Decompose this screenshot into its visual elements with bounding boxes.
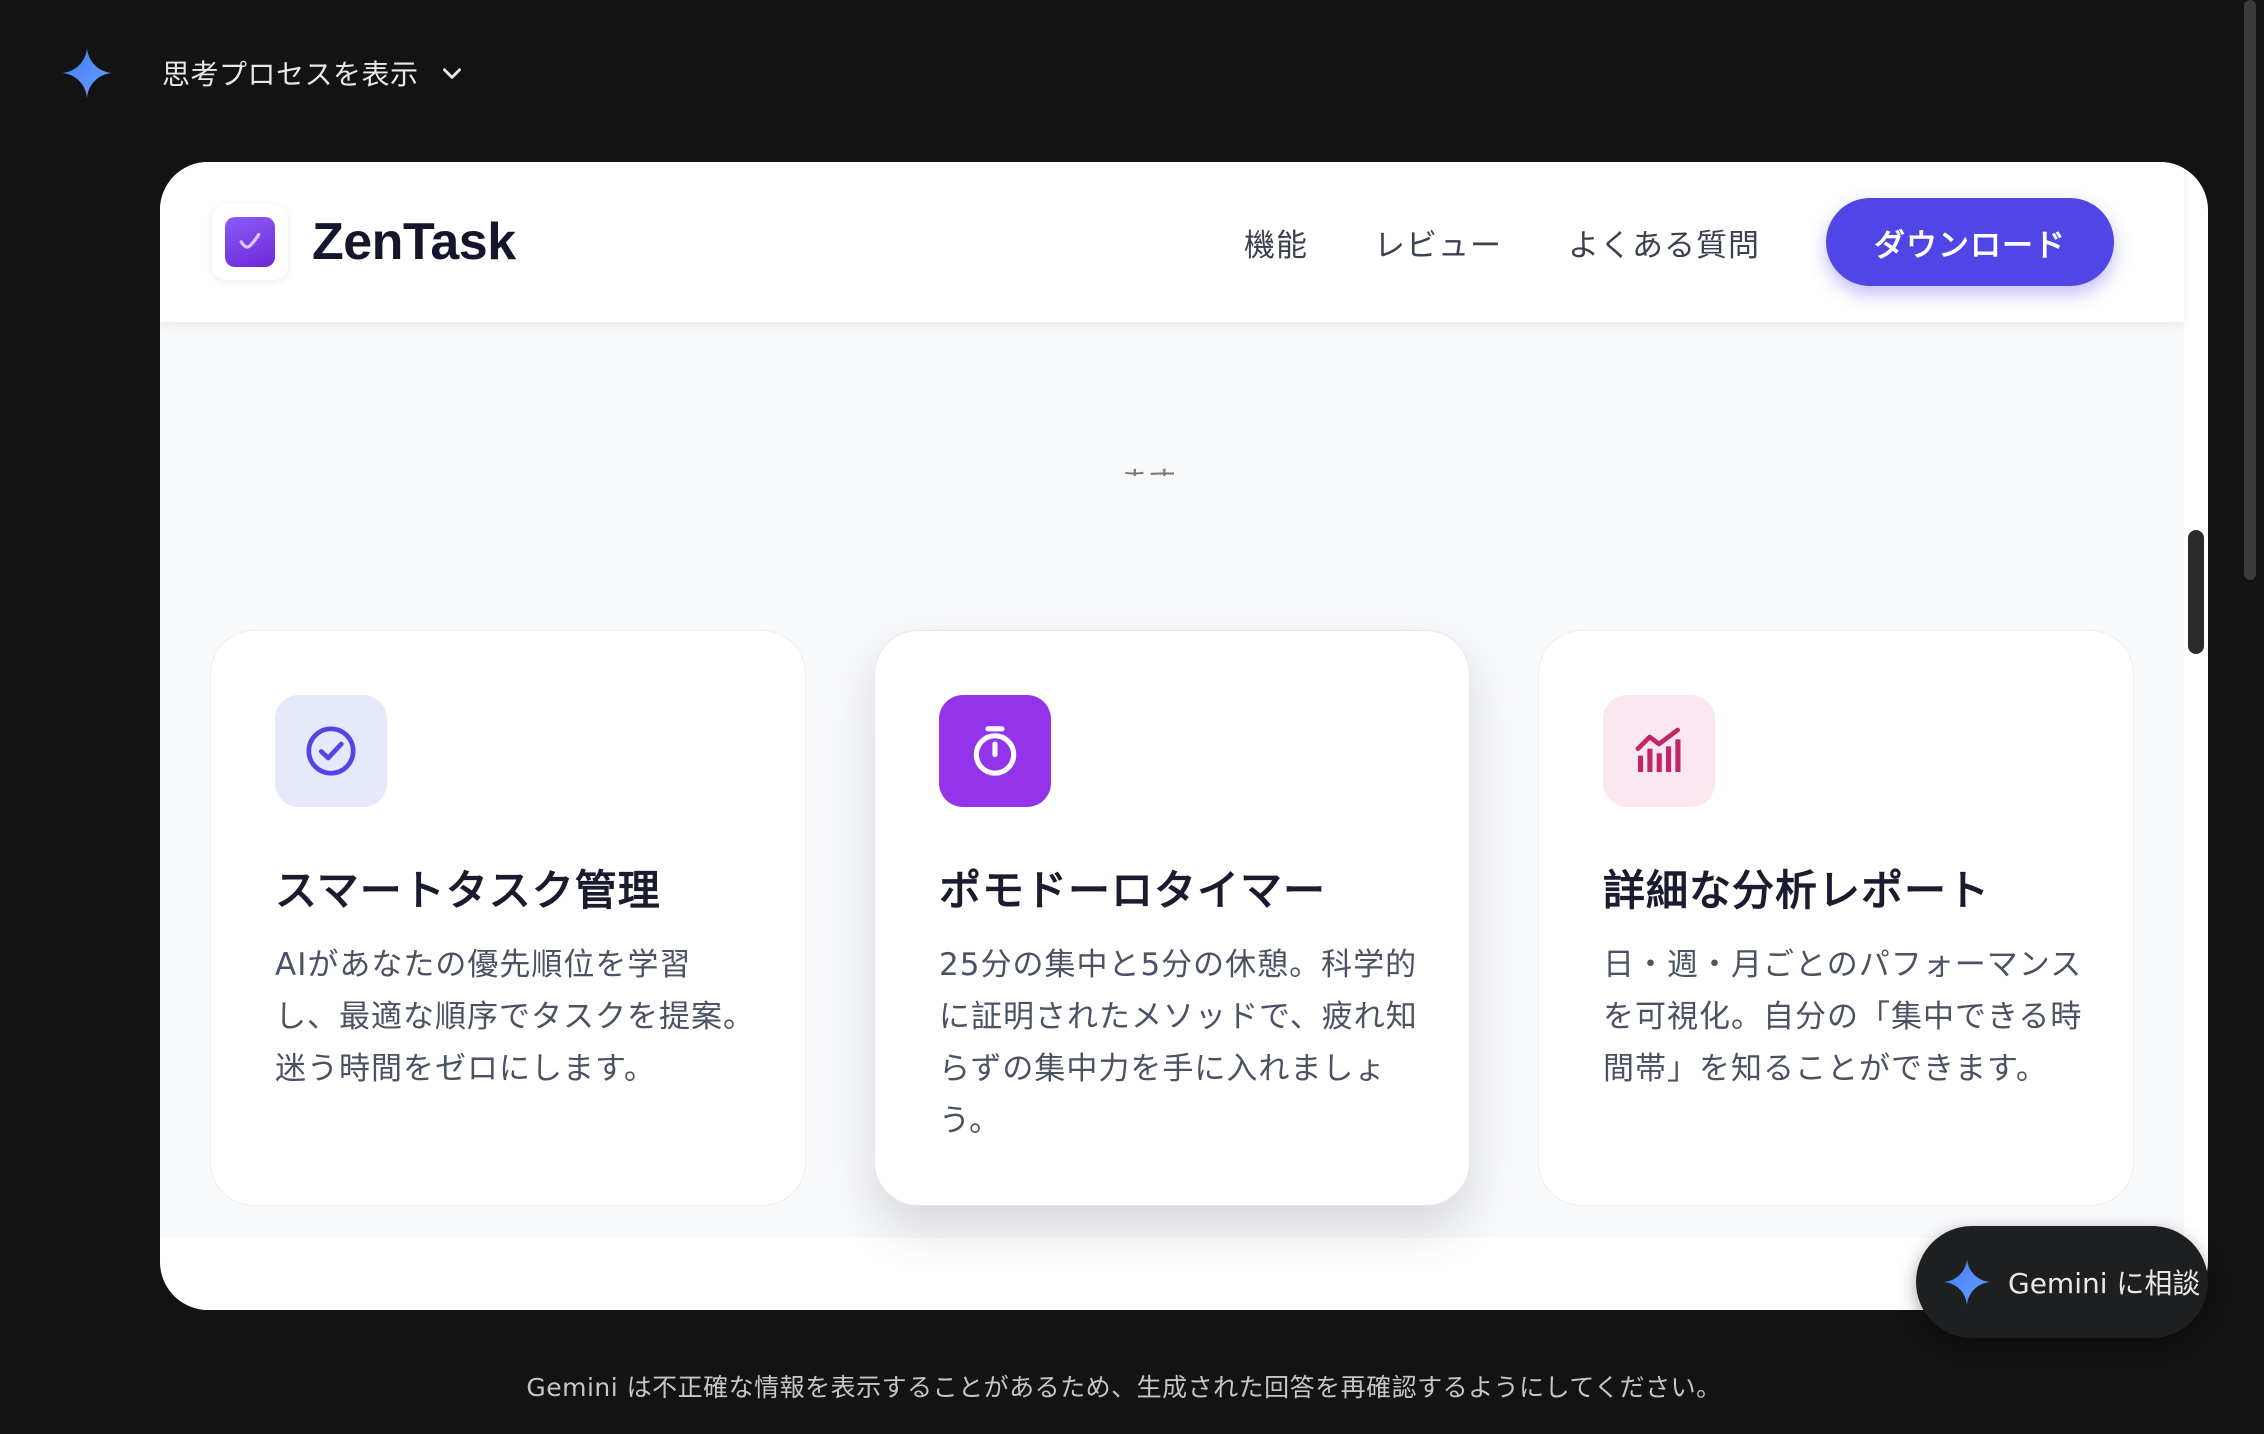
disclaimer-text: Gemini は不正確な情報を表示することがあるため、生成された回答を再確認する… [526,1373,1722,1402]
clipped-section-text: ます。 [1120,465,1202,498]
logo-check-icon [239,232,261,249]
preview-scrollbar-thumb[interactable] [2188,530,2204,654]
nav-link-faq[interactable]: よくある質問 [1568,220,1760,265]
feature-card-analytics: 詳細な分析レポート 日・週・月ごとのパフォーマンスを可視化。自分の「集中できる時… [1538,630,2134,1206]
website-preview-frame: ZenTask 機能 レビュー よくある質問 ダウンロード ます。 スマートタス… [160,162,2208,1310]
feature-card-smart-tasks: スマートタスク管理 AIがあなたの優先順位を学習し、最適な順序でタスクを提案。迷… [210,630,806,1206]
feature-description: 日・週・月ごとのパフォーマンスを可視化。自分の「集中できる時間帯」を知ることがで… [1603,947,2083,1087]
gemini-star-icon [62,48,112,98]
show-thinking-toggle[interactable]: 思考プロセスを表示 [60,48,465,98]
show-thinking-label: 思考プロセスを表示 [162,58,419,91]
ask-gemini-button[interactable]: Gemini に相談 [1916,1226,2208,1338]
feature-card-pomodoro: ポモドーロタイマー 25分の集中と5分の休憩。科学的に証明されたメソッドで、疲れ… [874,630,1470,1206]
gemini-star-icon [1944,1259,1990,1305]
brand-name[interactable]: ZenTask [312,212,516,272]
feature-description: 25分の集中と5分の休憩。科学的に証明されたメソッドで、疲れ知らずの集中力を手に… [939,947,1418,1139]
nav-link-features[interactable]: 機能 [1244,220,1308,265]
feature-title: スマートタスク管理 [275,866,661,915]
feature-title: 詳細な分析レポート [1603,866,1991,915]
ask-gemini-label: Gemini に相談 [2008,1267,2201,1300]
nav-link-reviews[interactable]: レビュー [1374,220,1502,265]
page-scrollbar-thumb[interactable] [2244,0,2256,580]
stopwatch-icon [939,695,1051,807]
analytics-chart-icon [1603,695,1715,807]
site-header: ZenTask 機能 レビュー よくある質問 ダウンロード [160,162,2184,322]
feature-title: ポモドーロタイマー [939,866,1327,915]
feature-description: AIがあなたの優先順位を学習し、最適な順序でタスクを提案。迷う時間をゼロにします… [275,947,755,1087]
site-nav: 機能 レビュー よくある質問 ダウンロード [1244,198,2114,286]
zentask-logo-icon[interactable] [212,204,288,280]
check-circle-icon [275,695,387,807]
chevron-down-icon [442,68,461,79]
preview-content: ZenTask 機能 レビュー よくある質問 ダウンロード ます。 スマートタス… [160,162,2184,1238]
download-button[interactable]: ダウンロード [1826,198,2114,286]
